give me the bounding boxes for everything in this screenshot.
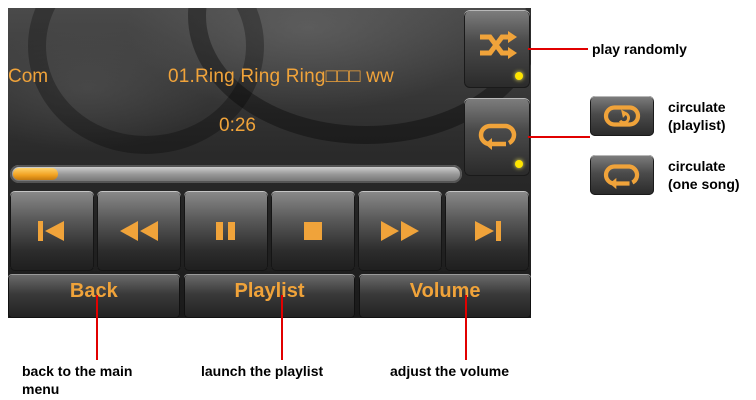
callout-line-volume [465,295,467,360]
repeat-button[interactable] [464,98,530,176]
elapsed-time: 0:26 [219,115,256,136]
note-back-line1: back to the main [22,363,133,379]
next-track-icon [475,221,501,241]
shuffle-indicator [515,72,523,80]
note-playlist: launch the playlist [201,363,324,379]
repeat-one-icon [603,164,640,190]
note-back-line2: menu [22,381,60,397]
note-circulate-playlist: circulate (playlist) [668,98,726,134]
repeat-indicator [515,160,523,168]
note-play-randomly: play randomly [592,41,687,57]
playlist-button[interactable]: Playlist [183,274,356,318]
shuffle-icon [480,31,517,59]
progress-fill [13,168,58,180]
volume-button[interactable]: Volume [359,274,531,318]
fast-forward-icon [381,221,419,241]
next-track-button[interactable] [445,191,529,271]
fast-forward-button[interactable] [358,191,442,271]
shuffle-button[interactable] [464,10,530,88]
track-title: 01.Ring Ring Ring□□□ ww [168,66,394,87]
previous-track-icon [38,221,64,241]
previous-track-button[interactable] [10,191,94,271]
pause-icon [216,222,235,240]
callout-line-shuffle [528,48,588,50]
repeat-icon [478,123,517,150]
note-circulate-one-song-line2: (one song) [668,176,740,192]
callout-line-playlist [281,295,283,360]
stop-button[interactable] [271,191,355,271]
note-volume: adjust the volume [390,363,510,379]
note-circulate-one-song: circulate (one song) [668,157,740,193]
callout-line-back [96,295,98,360]
note-back: back to the main menu [22,362,132,398]
transport-controls [10,191,529,271]
progress-bar[interactable] [10,165,462,183]
rewind-icon [120,221,158,241]
back-button[interactable]: Back [8,274,180,318]
repeat-playlist-legend-icon [590,96,654,136]
rewind-button[interactable] [97,191,181,271]
callout-line-repeat [528,136,590,138]
repeat-one-legend-icon [590,155,654,195]
note-circulate-one-song-line1: circulate [668,158,726,174]
track-info-overflow: Com [8,66,49,87]
pause-button[interactable] [184,191,268,271]
note-circulate-playlist-line1: circulate [668,99,726,115]
bottom-menu: Back Playlist Volume [8,274,531,318]
music-player-screen: Com 01.Ring Ring Ring□□□ ww 0:26 Back Pl… [8,8,531,318]
note-circulate-playlist-line2: (playlist) [668,117,726,133]
stop-icon [304,222,322,240]
repeat-playlist-icon [603,105,641,127]
